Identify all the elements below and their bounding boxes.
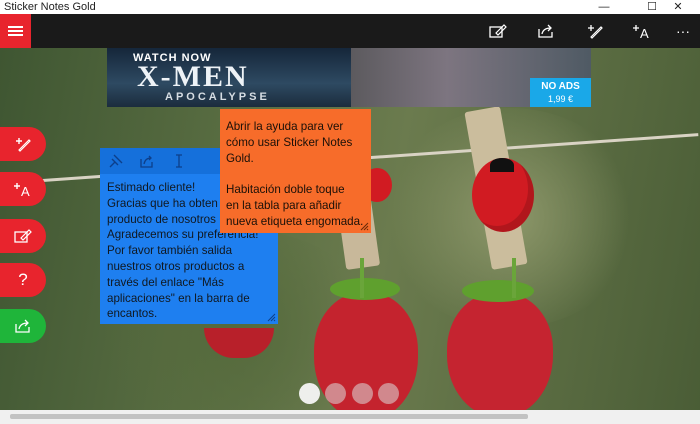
hamburger-icon-line <box>8 34 23 36</box>
edit-note-button[interactable] <box>483 14 513 48</box>
add-text-icon: A <box>14 183 30 197</box>
share-icon <box>538 24 553 38</box>
resize-handle-icon[interactable] <box>360 222 369 231</box>
side-share-button[interactable] <box>0 309 46 343</box>
page-dot-1[interactable] <box>299 383 320 404</box>
edit-note-icon <box>489 24 507 38</box>
ad-title: X-MEN <box>137 60 249 93</box>
edit-note-icon <box>14 229 32 243</box>
svg-text:A: A <box>21 184 30 197</box>
resize-handle-icon[interactable] <box>267 313 276 322</box>
side-add-text-button[interactable]: A <box>0 172 46 206</box>
more-icon: ··· <box>676 23 690 39</box>
menu-button[interactable] <box>0 14 31 48</box>
minimize-button[interactable]: — <box>582 0 626 14</box>
share-icon <box>15 319 30 333</box>
page-dot-2[interactable] <box>325 383 346 404</box>
side-help-button[interactable]: ? <box>0 263 46 297</box>
strawberry-stem <box>512 258 516 298</box>
draw-icon <box>588 25 603 39</box>
more-button[interactable]: ··· <box>668 14 698 48</box>
strawberry-leaves <box>330 278 400 300</box>
no-ads-price: 1,99 € <box>547 94 574 104</box>
page-dot-3[interactable] <box>352 383 373 404</box>
draw-button[interactable] <box>580 14 610 48</box>
ladybug-head <box>490 158 514 172</box>
pin-icon[interactable] <box>109 154 123 168</box>
share-icon[interactable] <box>140 154 154 168</box>
no-ads-button[interactable]: NO ADS 1,99 € <box>530 78 591 107</box>
strawberry-leaves <box>462 280 534 302</box>
close-button[interactable]: ✕ <box>656 0 700 14</box>
sticky-note-orange[interactable]: Abrir la ayuda para ver cómo usar Sticke… <box>220 109 371 233</box>
page-dot-4[interactable] <box>378 383 399 404</box>
hamburger-icon <box>8 26 23 28</box>
ad-banner[interactable]: WATCH NOW X-MEN APOCALYPSE <box>107 48 591 107</box>
ad-subtitle: APOCALYPSE <box>165 91 270 103</box>
hamburger-icon-line <box>8 30 23 32</box>
strawberry-stem <box>360 258 364 298</box>
title-bar: Sticker Notes Gold — ☐ ✕ <box>0 0 700 14</box>
help-icon: ? <box>18 270 28 289</box>
note-text[interactable]: Abrir la ayuda para ver cómo usar Sticke… <box>226 119 371 230</box>
no-ads-label: NO ADS <box>541 81 580 92</box>
draw-icon <box>16 138 31 152</box>
share-button[interactable] <box>531 14 561 48</box>
side-draw-button[interactable] <box>0 127 46 161</box>
strawberry <box>447 293 553 418</box>
side-edit-note-button[interactable] <box>0 219 46 253</box>
add-text-icon: A <box>633 25 649 39</box>
window-title: Sticker Notes Gold <box>4 1 96 13</box>
svg-text:A: A <box>640 26 649 39</box>
add-text-button[interactable]: A <box>627 14 657 48</box>
scrollbar-thumb[interactable] <box>10 414 528 419</box>
text-cursor-icon[interactable] <box>174 154 184 168</box>
